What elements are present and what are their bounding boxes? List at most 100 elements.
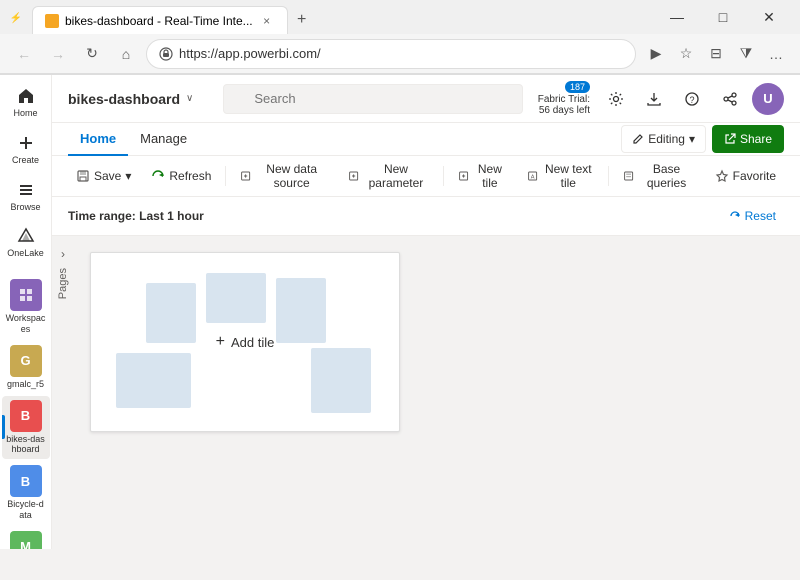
collections-btn[interactable]: ⊟ xyxy=(702,40,730,68)
editing-chevron-icon: ▾ xyxy=(689,132,695,146)
browser-titlebar: ⚡ bikes-dashboard - Real-Time Inte... × … xyxy=(0,0,800,34)
read-aloud-btn[interactable]: ▶ xyxy=(642,40,670,68)
url-bar[interactable]: https://app.powerbi.com/ xyxy=(146,39,636,69)
onelake-label: OneLake xyxy=(7,248,44,259)
new-tile-icon xyxy=(458,169,469,183)
new-text-tile-icon: A xyxy=(527,169,538,183)
refresh-icon xyxy=(151,169,165,183)
ribbon-tabs: Home Manage Editing ▾ Share xyxy=(52,123,800,156)
save-chevron-icon: ▾ xyxy=(125,169,131,183)
sidebar-item-bicycle-data[interactable]: B Bicycle-data xyxy=(2,461,50,525)
ribbon-divider-1 xyxy=(225,166,226,186)
reload-btn[interactable]: ↻ xyxy=(78,40,106,68)
new-text-tile-btn[interactable]: A New text tile xyxy=(519,162,603,190)
save-btn[interactable]: Save ▾ xyxy=(68,162,139,190)
new-datasource-btn[interactable]: New data source xyxy=(232,162,336,190)
trial-days: 56 days left xyxy=(539,105,590,116)
refresh-btn[interactable]: Refresh xyxy=(143,162,219,190)
editing-btn[interactable]: Editing ▾ xyxy=(621,125,706,153)
tile-placeholder-2 xyxy=(206,273,266,323)
active-tab[interactable]: bikes-dashboard - Real-Time Inte... × xyxy=(32,6,288,34)
browser-controls: ⚡ xyxy=(8,9,24,25)
browser-extensions-btn[interactable]: ⧩ xyxy=(732,40,760,68)
new-datasource-label: New data source xyxy=(255,162,327,190)
search-wrapper xyxy=(223,84,523,114)
close-btn[interactable]: ✕ xyxy=(746,0,792,34)
browse-label: Browse xyxy=(10,202,40,213)
favorite-label: Favorite xyxy=(733,169,776,183)
settings-btn[interactable] xyxy=(600,83,632,115)
workspaces-icon xyxy=(10,279,42,311)
trial-label: Fabric Trial: xyxy=(538,94,590,105)
title-chevron-icon[interactable]: ∨ xyxy=(186,93,193,104)
tab-close-btn[interactable]: × xyxy=(259,13,275,29)
favorites-btn[interactable]: ☆ xyxy=(672,40,700,68)
share-btn[interactable]: Share xyxy=(712,125,784,153)
app-title: bikes-dashboard xyxy=(68,91,180,107)
new-datasource-icon xyxy=(240,169,251,183)
tab-favicon xyxy=(45,14,59,28)
base-queries-icon xyxy=(623,169,634,183)
gmalc-label: gmalc_r5 xyxy=(7,379,44,390)
ribbon-actions: Save ▾ Refresh New data source New param… xyxy=(52,156,800,196)
add-tile-icon: + xyxy=(216,333,225,351)
reset-btn[interactable]: Reset xyxy=(721,205,784,227)
bicycle-data-label: Bicycle-data xyxy=(6,499,46,521)
home-icon xyxy=(16,86,36,106)
minimize-btn[interactable]: — xyxy=(654,0,700,34)
settings-icon xyxy=(608,91,624,107)
add-tile-btn[interactable]: + Add tile xyxy=(200,325,291,359)
share-btn-icon xyxy=(724,133,736,145)
user-avatar-btn[interactable]: U xyxy=(752,83,784,115)
tab-home[interactable]: Home xyxy=(68,123,128,156)
sidebar-item-workspaces[interactable]: Workspaces xyxy=(2,275,50,339)
download-btn[interactable] xyxy=(638,83,670,115)
back-btn[interactable]: ← xyxy=(10,40,38,68)
browser-tabs: bikes-dashboard - Real-Time Inte... × + xyxy=(32,0,654,34)
new-tab-btn[interactable]: + xyxy=(288,6,316,34)
fabric-trial: 187 Fabric Trial: 56 days left xyxy=(538,81,590,116)
sidebar-item-gmalc[interactable]: G gmalc_r5 xyxy=(2,341,50,394)
search-input[interactable] xyxy=(223,84,523,114)
sidebar-item-create[interactable]: Create xyxy=(2,127,50,172)
tab-title: bikes-dashboard - Real-Time Inte... xyxy=(65,14,253,28)
tab-manage[interactable]: Manage xyxy=(128,123,199,156)
time-range: Time range: Last 1 hour xyxy=(68,209,204,223)
sidebar-item-browse[interactable]: Browse xyxy=(2,174,50,219)
bikes-dashboard-icon: B xyxy=(10,400,42,432)
left-nav: Home Create Browse OneLake Workspaces xyxy=(0,75,52,549)
share-top-btn[interactable] xyxy=(714,83,746,115)
canvas-page: + Add tile xyxy=(90,252,400,432)
forward-btn[interactable]: → xyxy=(44,40,72,68)
onelake-icon xyxy=(16,226,36,246)
sidebar-item-bikes-dashboard[interactable]: B bikes-dashboard xyxy=(2,396,50,460)
topbar: bikes-dashboard ∨ 187 Fabric Trial: 56 d… xyxy=(52,75,800,123)
svg-text:⚡: ⚡ xyxy=(10,11,22,24)
main-area: bikes-dashboard ∨ 187 Fabric Trial: 56 d… xyxy=(52,75,800,549)
favorite-icon xyxy=(715,169,729,183)
help-btn[interactable]: ? xyxy=(676,83,708,115)
favorite-btn[interactable]: Favorite xyxy=(707,162,784,190)
sidebar-item-home[interactable]: Home xyxy=(2,80,50,125)
save-icon xyxy=(76,169,90,183)
create-label: Create xyxy=(12,155,39,166)
help-icon: ? xyxy=(684,91,700,107)
sidebar-item-event-house-1[interactable]: M my-event-house xyxy=(2,527,50,549)
ribbon-divider-2 xyxy=(443,166,444,186)
sidebar-item-onelake[interactable]: OneLake xyxy=(2,220,50,265)
home-btn[interactable]: ⌂ xyxy=(112,40,140,68)
browse-icon xyxy=(16,180,36,200)
browser-menu-btn[interactable]: … xyxy=(762,40,790,68)
maximize-btn[interactable]: □ xyxy=(700,0,746,34)
new-tile-btn[interactable]: New tile xyxy=(450,162,515,190)
new-parameter-btn[interactable]: New parameter xyxy=(340,162,437,190)
download-icon xyxy=(646,91,662,107)
event-house-1-icon: M xyxy=(10,531,42,549)
reset-icon xyxy=(729,210,741,222)
create-icon xyxy=(16,133,36,153)
tile-placeholder-5 xyxy=(311,348,371,413)
editing-label: Editing xyxy=(648,132,685,146)
base-queries-btn[interactable]: Base queries xyxy=(615,162,702,190)
pages-toggle-btn[interactable]: › xyxy=(53,244,73,264)
tile-placeholder-4 xyxy=(116,353,191,408)
